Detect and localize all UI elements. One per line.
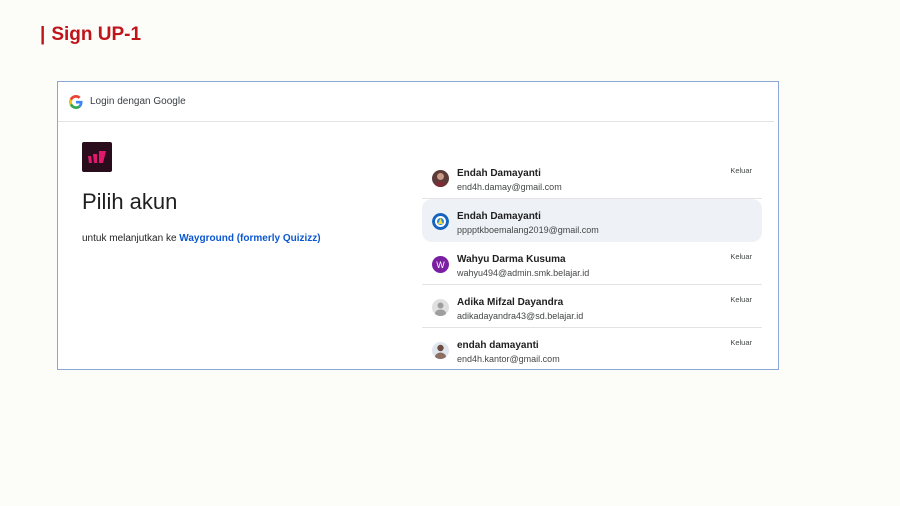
google-g-icon: [69, 94, 83, 109]
photo-avatar: [432, 170, 449, 187]
sign-out-link[interactable]: Keluar: [730, 338, 752, 347]
account-email: adikadayandra43@sd.belajar.id: [457, 311, 584, 321]
account-email: end4h.kantor@gmail.com: [457, 354, 560, 364]
account-name: Adika Mifzal Dayandra: [457, 297, 564, 308]
org-logo-avatar: [432, 213, 449, 230]
photo-avatar: [432, 342, 449, 359]
account-email: pppptkboemalang2019@gmail.com: [457, 225, 599, 235]
avatar-initial: W: [436, 259, 445, 270]
google-header-label: Login dengan Google: [90, 96, 186, 107]
account-list: Endah Damayanti end4h.damay@gmail.com Ke…: [422, 156, 762, 369]
app-name-link[interactable]: Wayground (formerly Quizizz): [179, 233, 320, 244]
slide-title: | Sign UP-1: [40, 24, 141, 46]
account-name: Endah Damayanti: [457, 211, 541, 222]
account-name: endah damayanti: [457, 340, 539, 351]
default-person-avatar: [432, 299, 449, 316]
account-item[interactable]: Adika Mifzal Dayandra adikadayandra43@sd…: [422, 285, 762, 328]
wayground-mark-icon: [88, 151, 106, 163]
account-item-selected[interactable]: Endah Damayanti pppptkboemalang2019@gmai…: [422, 199, 762, 242]
account-name: Wahyu Darma Kusuma: [457, 254, 566, 265]
slide-title-text: Sign UP-1: [51, 24, 142, 45]
sign-out-link[interactable]: Keluar: [730, 295, 752, 304]
account-item[interactable]: endah damayanti end4h.kantor@gmail.com K…: [422, 328, 762, 369]
account-email: wahyu494@admin.smk.belajar.id: [457, 268, 590, 278]
account-item[interactable]: Endah Damayanti end4h.damay@gmail.com Ke…: [422, 156, 762, 199]
wayground-logo-icon: [82, 142, 112, 172]
account-item[interactable]: W Wahyu Darma Kusuma wahyu494@admin.smk.…: [422, 242, 762, 285]
account-email: end4h.damay@gmail.com: [457, 182, 562, 192]
sign-out-link[interactable]: Keluar: [730, 252, 752, 261]
title-bar-mark: |: [40, 24, 46, 45]
sign-out-link[interactable]: Keluar: [730, 166, 752, 175]
continue-prefix: untuk melanjutkan ke: [82, 233, 177, 244]
google-signin-screenshot: Login dengan Google Pilih akun untuk mel…: [57, 81, 779, 370]
letter-avatar: W: [432, 256, 449, 273]
continue-subtitle: untuk melanjutkan ke Wayground (formerly…: [82, 233, 321, 244]
page-title: Pilih akun: [82, 189, 178, 214]
google-header-bar: Login dengan Google: [58, 82, 774, 122]
account-name: Endah Damayanti: [457, 168, 541, 179]
